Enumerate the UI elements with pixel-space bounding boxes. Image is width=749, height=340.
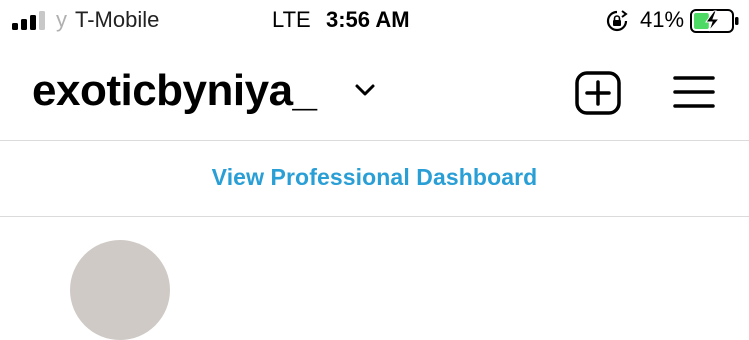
status-bar: y T-Mobile LTE 3:56 AM 41% (0, 0, 749, 42)
avatar[interactable] (70, 240, 170, 340)
plus-square-icon[interactable] (575, 71, 621, 115)
rotation-lock-icon (606, 10, 628, 32)
network-type: LTE (272, 7, 311, 32)
hamburger-menu-icon[interactable] (673, 75, 715, 109)
carrier-prefix: y (56, 7, 67, 32)
battery-percentage: 41% (640, 7, 685, 32)
view-professional-dashboard-link[interactable]: View Professional Dashboard (0, 164, 749, 191)
carrier-label: T-Mobile (75, 7, 160, 32)
header-divider (0, 140, 749, 141)
status-time: 3:56 AM (326, 7, 410, 32)
carrier-name: y T-Mobile (56, 7, 159, 33)
section-divider (0, 216, 749, 217)
profile-username[interactable]: exoticbyniya_ (32, 66, 317, 116)
cellular-signal-icon (12, 10, 52, 30)
battery-charging-icon (690, 9, 739, 33)
chevron-down-icon[interactable] (354, 82, 376, 98)
